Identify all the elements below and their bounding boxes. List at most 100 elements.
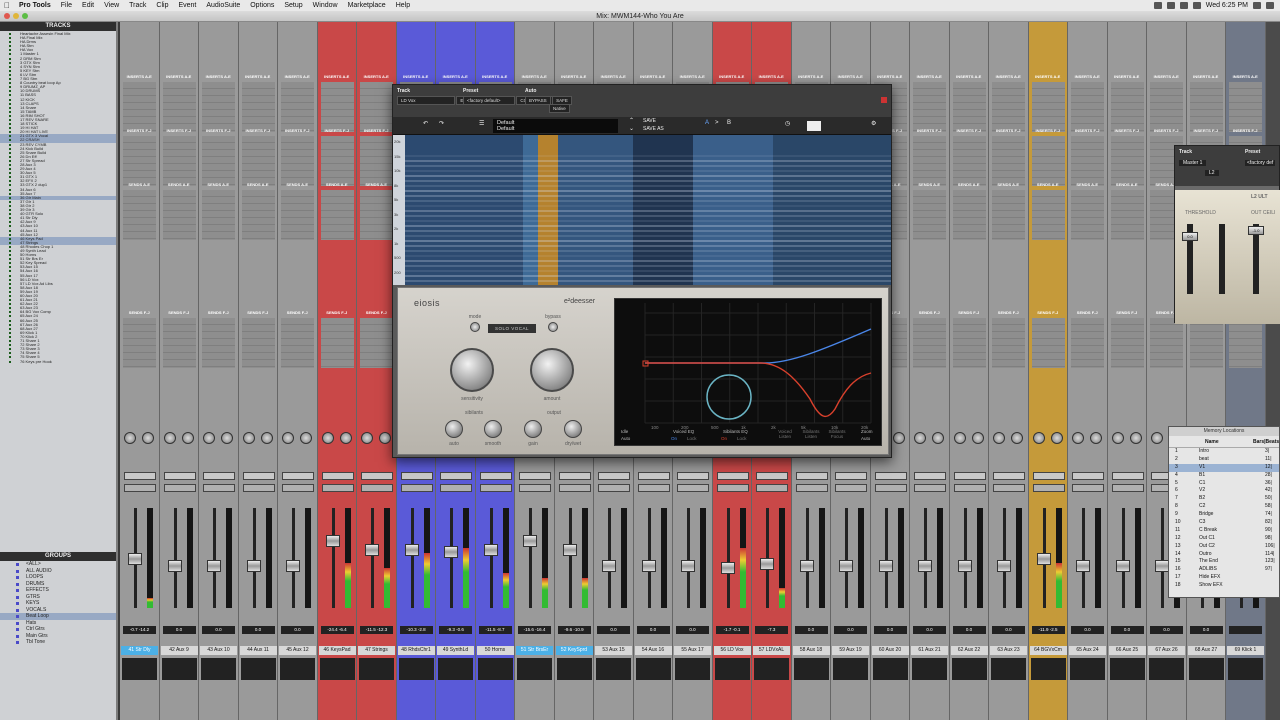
send-slots-f-j[interactable] [1110,318,1144,368]
track-name-plate[interactable]: 66 Aux 25 [1108,646,1146,655]
save-button[interactable]: SAVE [643,118,656,124]
send-slots-f-j[interactable] [320,318,354,368]
volume-fader[interactable] [562,544,577,556]
plugin-close-icon[interactable] [881,97,887,103]
insert-slots-a-e[interactable] [1229,82,1262,132]
pan-right-knob[interactable] [221,432,233,444]
record-input-buttons[interactable] [1032,484,1065,492]
solo-mute-buttons[interactable] [479,472,512,480]
pan-right-knob[interactable] [932,432,944,444]
solo-mute-buttons[interactable] [282,472,314,480]
send-slots-f-j[interactable] [992,318,1025,368]
midi-icon[interactable] [807,121,821,131]
send-slots-a-e[interactable] [281,190,314,240]
voiced-listen-button[interactable]: Voiced Listen [775,429,795,439]
solo-vocal-indicator[interactable]: SOLO VOCAL [488,324,536,333]
send-slots-f-j[interactable] [952,318,986,368]
insert-slots-f-j[interactable] [1110,136,1144,186]
volume-fader[interactable] [681,560,695,573]
solo-mute-buttons[interactable] [637,472,670,480]
minimize-window-icon[interactable] [13,13,19,19]
memory-col-bars[interactable]: Bars|Beats [1253,439,1279,445]
pan-left-knob[interactable] [203,432,215,444]
send-slots-a-e[interactable] [123,190,156,240]
preset-down-icon[interactable]: ⌄ [629,125,634,132]
solo-mute-buttons[interactable] [993,472,1025,480]
solo-mute-buttons[interactable] [835,472,867,480]
ab-b-button[interactable]: B [727,120,731,126]
memory-location-row[interactable]: 7 B2 50| [1169,495,1279,503]
volume-fader[interactable] [128,553,142,565]
record-input-buttons[interactable] [282,484,314,492]
group-list-item[interactable]: Tbl Tone [0,639,116,646]
track-name-plate[interactable]: 43 Aux 10 [200,646,237,655]
pan-left-knob[interactable] [124,432,136,444]
volume-fader[interactable] [957,560,972,573]
insert-slots-a-e[interactable] [162,82,196,132]
amount-knob[interactable] [530,348,574,392]
volume-fader[interactable] [720,562,735,574]
solo-mute-buttons[interactable] [361,472,393,480]
pan-right-knob[interactable] [892,432,905,444]
insert-slots-a-e[interactable] [1189,82,1223,132]
menu-window[interactable]: Window [308,2,343,9]
smooth-knob[interactable] [484,420,502,438]
record-input-buttons[interactable] [874,484,907,492]
volume-fader[interactable] [207,560,221,573]
track-name-plate[interactable]: 53 Aux 15 [595,646,632,655]
wifi-icon[interactable] [1166,2,1175,9]
sensitivity-knob[interactable] [450,348,494,392]
memory-location-row[interactable]: 8 C2 58| [1169,503,1279,511]
record-input-buttons[interactable] [637,484,670,492]
send-slots-f-j[interactable] [913,318,946,368]
bypass-button[interactable]: BYPASS [525,96,551,105]
solo-mute-buttons[interactable] [400,472,433,480]
solo-mute-buttons[interactable] [203,472,235,480]
sibilants-eq-on[interactable]: On [721,436,727,441]
volume-fader[interactable] [760,557,774,570]
insert-slots-a-e[interactable] [202,82,235,132]
pan-right-knob[interactable] [1050,432,1063,444]
track-name-plate[interactable]: 58 Aux 18 [792,646,830,655]
memory-location-row[interactable]: 11 C Break 90| [1169,527,1279,535]
volume-fader[interactable] [641,560,656,573]
menu-help[interactable]: Help [391,2,415,9]
pan-left-knob[interactable] [361,432,373,444]
memory-location-row[interactable]: 10 C3 82| [1169,519,1279,527]
memory-locations-window[interactable]: Memory Locations Name Bars|Beats 1 Intro 3… [1168,426,1280,598]
pan-left-knob[interactable] [993,432,1005,444]
l2-ceiling-fader[interactable]: -1.0 [1248,226,1264,235]
insert-slots-f-j[interactable] [1031,136,1065,186]
insert-slots-a-e[interactable] [320,82,354,132]
volume-fader[interactable] [1076,560,1090,573]
record-input-buttons[interactable] [361,484,393,492]
record-input-buttons[interactable] [993,484,1025,492]
track-name-plate[interactable]: 68 Aux 27 [1187,646,1225,655]
memory-location-row[interactable]: 15 The End 123| [1169,558,1279,566]
memory-location-row[interactable]: 18 Show EFX [1169,582,1279,590]
preset-up-icon[interactable]: ⌃ [629,117,634,124]
settings-gear-icon[interactable]: ⚙ [871,120,876,127]
record-input-buttons[interactable] [124,484,156,492]
send-slots-f-j[interactable] [360,318,393,368]
send-slots-a-e[interactable] [202,190,235,240]
l2-insert-select[interactable]: L2 [1205,170,1219,176]
track-name-plate[interactable]: 67 Aux 26 [1148,646,1185,655]
spectrogram-display[interactable]: 20k 15k 10k 8k 5k 3k 2k 1k 500 200 [393,135,891,285]
send-slots-f-j[interactable] [1229,318,1262,368]
solo-mute-buttons[interactable] [1032,472,1065,480]
solo-mute-buttons[interactable] [163,472,196,480]
track-name-plate[interactable]: 57 LDVxAL [753,646,790,655]
volume-fader[interactable] [997,560,1011,573]
solo-mute-buttons[interactable] [914,472,946,480]
pan-right-knob[interactable] [339,432,352,444]
pan-right-knob[interactable] [971,432,984,444]
send-slots-a-e[interactable] [1071,190,1104,240]
track-name-plate[interactable]: 63 Aux 23 [990,646,1027,655]
record-input-buttons[interactable] [598,484,630,492]
memory-location-row[interactable]: 2 beat 11| [1169,456,1279,464]
menu-list-icon[interactable] [1266,2,1274,9]
pan-right-knob[interactable] [181,432,194,444]
insert-slots-f-j[interactable] [241,136,275,186]
record-input-buttons[interactable] [795,484,828,492]
